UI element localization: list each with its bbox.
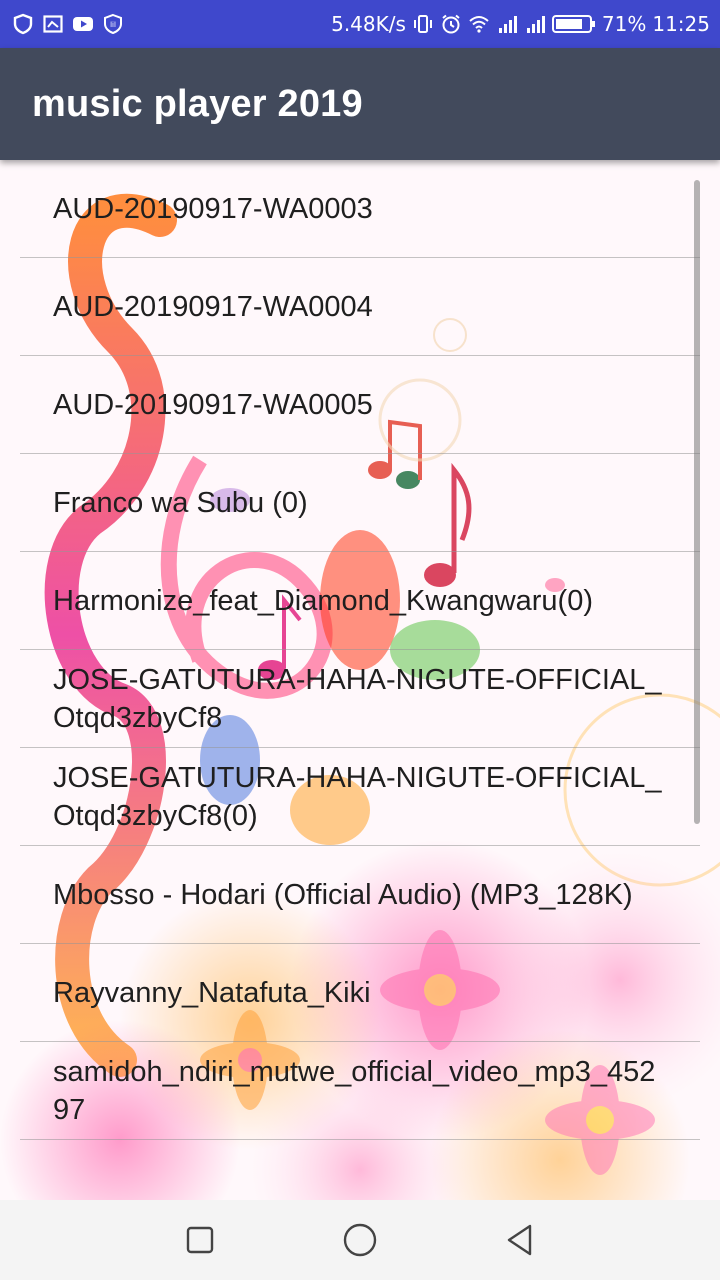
song-list-item[interactable]: JOSE-GATUTURA-HAHA-NIGUTE-OFFICIAL_Otqd3… <box>20 650 700 748</box>
song-title: JOSE-GATUTURA-HAHA-NIGUTE-OFFICIAL_Otqd3… <box>53 663 662 734</box>
shield-icon <box>12 13 34 35</box>
navigation-bar <box>0 1200 720 1280</box>
wifi-icon <box>468 13 490 35</box>
app-bar: music player 2019 <box>0 48 720 160</box>
song-list: AUD-20190917-WA0003 AUD-20190917-WA0004 … <box>20 160 700 1140</box>
song-list-item[interactable]: AUD-20190917-WA0004 <box>20 258 700 356</box>
clock: 11:25 <box>652 12 710 36</box>
svg-text:lil: lil <box>110 21 116 29</box>
song-title: JOSE-GATUTURA-HAHA-NIGUTE-OFFICIAL_Otqd3… <box>53 761 662 832</box>
song-title: Harmonize_feat_Diamond_Kwangwaru(0) <box>53 584 593 617</box>
home-icon <box>343 1223 377 1257</box>
song-list-item[interactable]: Harmonize_feat_Diamond_Kwangwaru(0) <box>20 552 700 650</box>
song-list-item[interactable]: Mbosso - Hodari (Official Audio) (MP3_12… <box>20 846 700 944</box>
vibrate-icon <box>412 13 434 35</box>
song-list-item[interactable]: AUD-20190917-WA0005 <box>20 356 700 454</box>
song-list-item[interactable]: JOSE-GATUTURA-HAHA-NIGUTE-OFFICIAL_Otqd3… <box>20 748 700 846</box>
app-title: music player 2019 <box>32 82 363 125</box>
song-title: AUD-20190917-WA0003 <box>53 192 373 225</box>
song-title: samidoh_ndiri_mutwe_official_video_mp3_4… <box>53 1055 656 1126</box>
song-title: Mbosso - Hodari (Official Audio) (MP3_12… <box>53 878 633 911</box>
alarm-icon <box>440 13 462 35</box>
security-icon: lil <box>102 13 124 35</box>
network-speed: 5.48K/s <box>331 12 406 36</box>
scrollbar[interactable] <box>694 180 700 824</box>
signal-icon <box>496 13 518 35</box>
home-button[interactable] <box>330 1210 390 1270</box>
song-title: AUD-20190917-WA0005 <box>53 388 373 421</box>
song-list-container[interactable]: AUD-20190917-WA0003 AUD-20190917-WA0004 … <box>0 160 720 1200</box>
song-list-item[interactable]: Rayvanny_Natafuta_Kiki <box>20 944 700 1042</box>
song-list-item[interactable]: AUD-20190917-WA0003 <box>20 160 700 258</box>
song-list-item[interactable]: samidoh_ndiri_mutwe_official_video_mp3_4… <box>20 1042 700 1140</box>
status-bar: lil 5.48K/s 71% 11:25 <box>0 0 720 48</box>
recent-apps-icon <box>186 1226 214 1254</box>
youtube-icon <box>72 13 94 35</box>
song-list-item[interactable]: Franco wa Subu (0) <box>20 454 700 552</box>
song-title: Rayvanny_Natafuta_Kiki <box>53 976 371 1009</box>
screenshot-icon <box>42 13 64 35</box>
back-button[interactable] <box>490 1210 550 1270</box>
status-left-icons: lil <box>12 13 124 35</box>
song-title: AUD-20190917-WA0004 <box>53 290 373 323</box>
song-title: Franco wa Subu (0) <box>53 486 308 519</box>
status-right-icons: 5.48K/s 71% 11:25 <box>331 12 710 36</box>
back-icon <box>507 1224 532 1256</box>
battery-icon <box>551 13 596 35</box>
recent-apps-button[interactable] <box>170 1210 230 1270</box>
battery-level: 71% <box>601 12 647 36</box>
signal-icon <box>524 13 546 35</box>
